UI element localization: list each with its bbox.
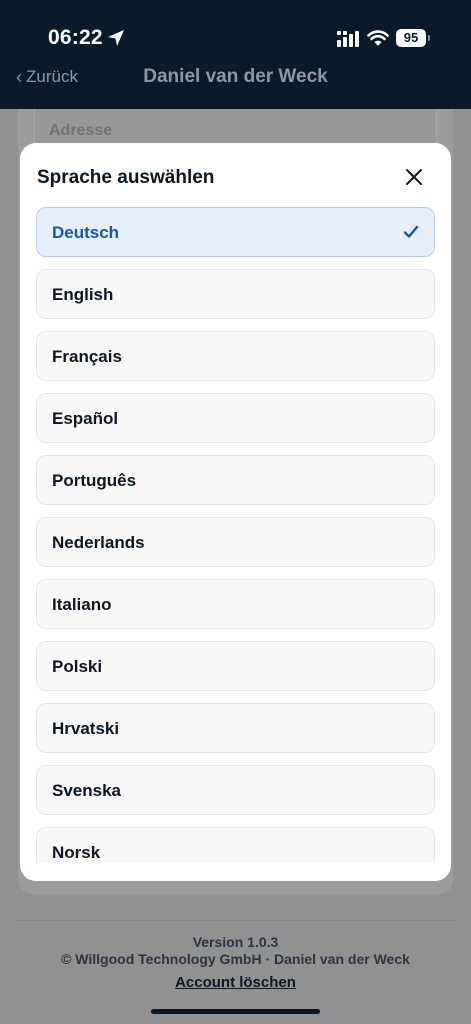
language-option-italiano[interactable]: Italiano — [36, 579, 435, 629]
modal-title: Sprache auswählen — [37, 167, 215, 188]
language-option-svenska[interactable]: Svenska — [36, 765, 435, 815]
language-option-label: Italiano — [52, 595, 112, 614]
checkmark-icon — [403, 225, 419, 238]
language-option-label: Svenska — [52, 781, 121, 800]
language-option-label: English — [52, 285, 114, 304]
language-option-português[interactable]: Português — [36, 455, 435, 505]
language-option-label: Polski — [52, 657, 103, 676]
home-indicator — [151, 1009, 320, 1014]
language-option-label: Deutsch — [52, 223, 120, 242]
language-option-label: Français — [52, 347, 122, 366]
language-option-english[interactable]: English — [36, 269, 435, 319]
language-list: Deutsch English Français Español Português Ne… — [36, 207, 435, 863]
language-option-label: Español — [52, 409, 119, 428]
language-picker-modal: Sprache auswählen Deutsch English Français… — [20, 143, 451, 881]
language-option-français[interactable]: Français — [36, 331, 435, 381]
language-option-norsk[interactable]: Norsk — [36, 827, 435, 863]
close-icon[interactable] — [400, 163, 428, 191]
language-option-label: Nederlands — [52, 533, 145, 552]
language-option-deutsch[interactable]: Deutsch — [36, 207, 435, 257]
language-option-label: Hrvatski — [52, 719, 120, 738]
language-option-hrvatski[interactable]: Hrvatski — [36, 703, 435, 753]
screen: Adresse Version 1.0.3 © Willgood Technol… — [0, 0, 471, 1024]
battery-indicator: 95 — [396, 29, 430, 47]
app-version: Version 1.0.3 — [192, 934, 279, 950]
language-option-polski[interactable]: Polski — [36, 641, 435, 691]
footer-divider — [16, 920, 455, 921]
cellular-signal-icon — [337, 31, 359, 47]
language-option-nederlands[interactable]: Nederlands — [36, 517, 435, 567]
copyright-text: © Willgood Technology GmbH · Daniel van … — [61, 951, 410, 967]
delete-account-link[interactable]: Account löschen — [0, 974, 471, 991]
address-field-label: Adresse — [49, 122, 113, 139]
language-option-label: Norsk — [52, 843, 101, 862]
status-time: 06:22 — [48, 26, 103, 49]
language-option-label: Português — [52, 471, 137, 490]
page-title: Daniel van der Weck — [143, 66, 328, 87]
top-bar: 06:22 95 ‹ Zurück Daniel van der Weck — [0, 0, 471, 109]
language-option-español[interactable]: Español — [36, 393, 435, 443]
location-arrow-icon — [108, 30, 124, 46]
wifi-icon — [367, 30, 389, 46]
